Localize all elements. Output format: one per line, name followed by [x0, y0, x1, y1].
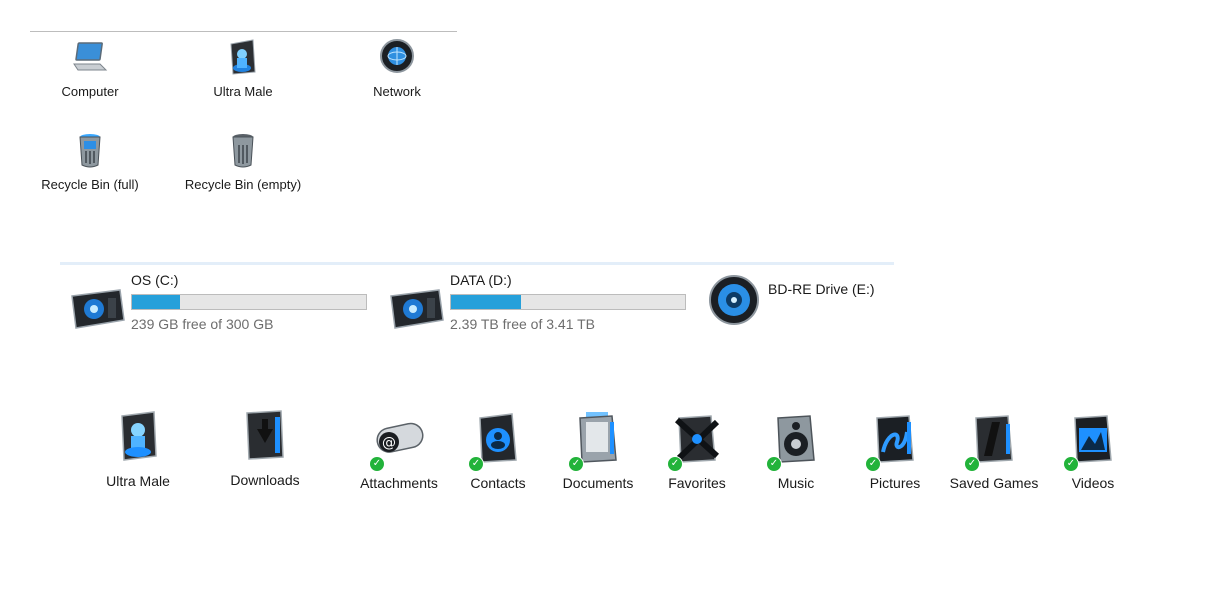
recycle-bin-full-icon [70, 131, 110, 171]
network-globe-icon [377, 38, 417, 78]
section-divider-top [30, 31, 457, 32]
library-label: Ultra Male [106, 473, 170, 489]
laptop-icon [70, 38, 110, 78]
library-label: Documents [562, 475, 634, 491]
desktop-item-label: Recycle Bin (full) [41, 177, 139, 192]
library-ultra-male[interactable]: Ultra Male [93, 410, 183, 491]
drive-usage-fill [451, 295, 521, 309]
sync-check-icon: ✓ [468, 456, 484, 472]
documents-folder-icon: ✓ [568, 412, 626, 472]
drive-usage-fill [132, 295, 180, 309]
optical-drive-icon [707, 272, 763, 328]
sync-check-icon: ✓ [766, 456, 782, 472]
sync-check-icon: ✓ [865, 456, 881, 472]
hard-drive-icon [389, 280, 445, 336]
library-saved-games[interactable]: ✓ Saved Games [949, 412, 1039, 493]
sync-check-icon: ✓ [369, 456, 385, 472]
library-music[interactable]: ✓ Music [751, 412, 841, 493]
library-downloads[interactable]: Downloads [220, 409, 310, 490]
library-label: Music [777, 475, 815, 491]
library-label: Contacts [470, 475, 526, 491]
drive-bd-re-e[interactable]: BD-RE Drive (E:) [707, 272, 907, 338]
desktop-item-label: Network [373, 84, 421, 99]
library-videos[interactable]: ✓ Videos [1048, 412, 1138, 493]
drive-data-d[interactable]: DATA (D:) 2.39 TB free of 3.41 TB [389, 272, 689, 338]
pictures-folder-icon: ✓ [865, 412, 923, 472]
library-documents[interactable]: ✓ Documents [553, 412, 643, 493]
sync-check-icon: ✓ [568, 456, 584, 472]
sync-check-icon: ✓ [964, 456, 980, 472]
user-folder-icon [223, 38, 263, 78]
library-label: Saved Games [949, 475, 1039, 491]
contacts-folder-icon: ✓ [468, 412, 526, 472]
library-pictures[interactable]: ✓ Pictures [850, 412, 940, 493]
library-favorites[interactable]: ✓ Favorites [652, 412, 742, 493]
library-label: Downloads [230, 472, 300, 488]
sync-check-icon: ✓ [1063, 456, 1079, 472]
user-folder-icon [110, 410, 166, 466]
drive-usage-bar [131, 294, 367, 310]
saved-games-folder-icon: ✓ [964, 412, 1022, 472]
videos-folder-icon: ✓ [1063, 412, 1121, 472]
desktop-item-label: Computer [61, 84, 119, 99]
sync-check-icon: ✓ [667, 456, 683, 472]
desktop-item-label: Ultra Male [213, 84, 273, 99]
library-label: Pictures [869, 475, 921, 491]
svg-text:@: @ [382, 435, 396, 451]
drive-name: DATA (D:) [450, 272, 512, 288]
recycle-bin-empty-icon [223, 131, 263, 171]
desktop-item-network[interactable]: Network [332, 38, 462, 99]
drive-usage-bar [450, 294, 686, 310]
drive-os-c[interactable]: OS (C:) 239 GB free of 300 GB [70, 272, 370, 338]
library-contacts[interactable]: ✓ Contacts [453, 412, 543, 493]
desktop-item-label: Recycle Bin (empty) [184, 177, 302, 192]
drive-free-space: 239 GB free of 300 GB [131, 316, 274, 332]
drive-name: OS (C:) [131, 272, 179, 288]
attachments-icon: @ ✓ [369, 412, 427, 472]
desktop-item-recycle-bin-full[interactable]: Recycle Bin (full) [25, 131, 155, 192]
favorites-folder-icon: ✓ [667, 412, 725, 472]
drive-name: BD-RE Drive (E:) [768, 281, 875, 297]
section-divider-drives [60, 262, 894, 265]
drive-free-space: 2.39 TB free of 3.41 TB [450, 316, 596, 332]
desktop-item-ultra-male[interactable]: Ultra Male [178, 38, 308, 99]
desktop-item-computer[interactable]: Computer [25, 38, 155, 99]
library-label: Favorites [668, 475, 726, 491]
desktop-item-recycle-bin-empty[interactable]: Recycle Bin (empty) [178, 131, 308, 192]
library-label: Videos [1071, 475, 1115, 491]
library-attachments[interactable]: @ ✓ Attachments [354, 412, 444, 493]
music-folder-icon: ✓ [766, 412, 824, 472]
hard-drive-icon [70, 280, 126, 336]
library-label: Attachments [360, 475, 438, 491]
downloads-folder-icon [237, 409, 293, 465]
